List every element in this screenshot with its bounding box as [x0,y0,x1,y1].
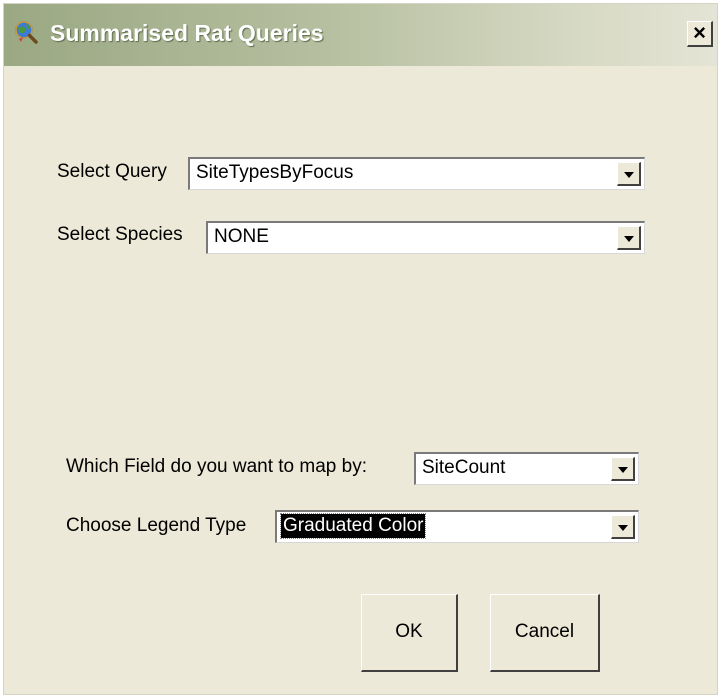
select-query-value: SiteTypesByFocus [196,162,354,183]
title-bar[interactable]: Summarised Rat Queries × [4,4,717,66]
legend-type-dropdown[interactable]: Graduated Color [275,510,639,543]
cancel-button[interactable]: Cancel [490,594,600,672]
chevron-down-icon [617,524,628,531]
select-query-dropdown[interactable]: SiteTypesByFocus [188,157,645,190]
globe-magnifier-icon [15,21,38,44]
chevron-down-icon [617,466,628,473]
window-title: Summarised Rat Queries [50,20,324,46]
select-species-dropdown-button[interactable] [617,226,641,250]
chevron-down-icon [623,235,634,242]
map-field-dropdown-button[interactable] [611,457,635,481]
select-query-label: Select Query [57,161,167,182]
close-button[interactable]: × [687,21,713,47]
map-field-label: Which Field do you want to map by: [66,456,367,477]
select-species-dropdown[interactable]: NONE [206,221,645,254]
legend-type-value: Graduated Color [279,513,427,539]
chevron-down-icon [623,171,634,178]
legend-type-dropdown-button[interactable] [611,515,635,539]
select-species-label: Select Species [57,224,183,245]
cancel-button-label: Cancel [514,621,575,642]
map-field-dropdown[interactable]: SiteCount [414,452,639,485]
select-species-value: NONE [214,226,269,247]
map-field-value: SiteCount [422,457,506,478]
ok-button[interactable]: OK [361,594,458,672]
legend-type-label: Choose Legend Type [66,515,247,536]
select-query-dropdown-button[interactable] [617,162,641,186]
close-icon: × [693,20,706,45]
dialog-window: Summarised Rat Queries × Select Query Si… [3,3,718,695]
ok-button-label: OK [395,621,423,642]
